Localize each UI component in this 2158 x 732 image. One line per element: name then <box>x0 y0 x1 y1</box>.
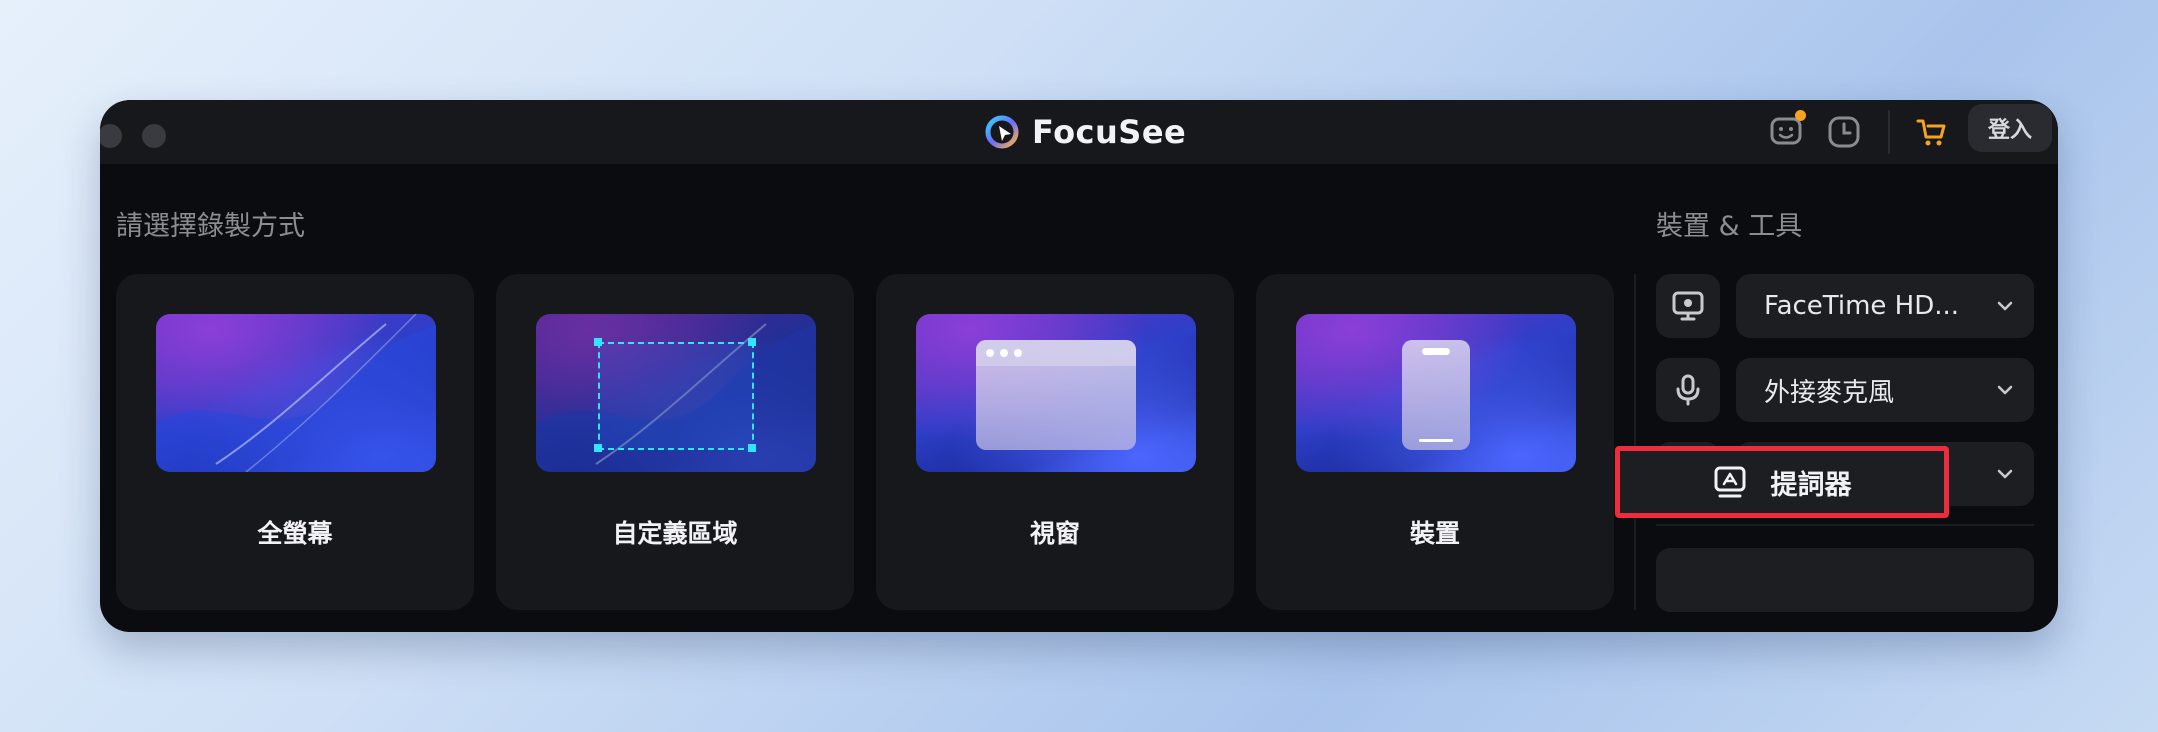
close-window-button[interactable] <box>100 124 122 148</box>
selection-handle <box>594 444 602 452</box>
camera-select[interactable]: FaceTime HD... <box>1736 274 2034 338</box>
selection-overlay <box>536 314 816 472</box>
mode-label: 裝置 <box>1409 519 1460 548</box>
mode-card-custom-area[interactable]: 自定義區域 <box>496 274 854 610</box>
phone-mockup-icon <box>1402 340 1470 450</box>
app-brand: FocuSee <box>984 108 1186 156</box>
mode-card-window[interactable]: 視窗 <box>876 274 1234 610</box>
selection-handle <box>748 338 756 346</box>
mode-card-device[interactable]: 裝置 <box>1256 274 1614 610</box>
device-thumbnail <box>1296 314 1576 472</box>
teleprompter-icon <box>1714 466 1745 498</box>
microphone-toggle[interactable] <box>1656 358 1720 422</box>
recording-mode-title: 請選擇錄製方式 <box>116 211 305 242</box>
app-name: FocuSee <box>1032 113 1187 151</box>
prompter-button-background <box>1656 548 2034 612</box>
teleprompter-button[interactable]: 提詞器 <box>1615 446 1949 518</box>
app-window: FocuSee 登入 請選擇錄製方式 全螢幕 自定義區域 視窗 裝置 裝置 & … <box>100 100 2058 632</box>
chevron-down-icon <box>1997 469 2013 479</box>
history-button[interactable] <box>1824 112 1864 152</box>
tools-divider <box>1656 524 2034 526</box>
minimize-window-button[interactable] <box>142 124 166 148</box>
teleprompter-label: 提詞器 <box>1770 469 1852 501</box>
panel-divider <box>1634 274 1636 610</box>
devices-tools-title: 裝置 & 工具 <box>1656 211 1803 242</box>
feedback-button[interactable] <box>1766 110 1806 152</box>
camera-select-value: FaceTime HD... <box>1764 291 1960 321</box>
login-button[interactable]: 登入 <box>1968 104 2052 152</box>
camera-toggle[interactable] <box>1656 274 1720 338</box>
selection-rectangle <box>598 342 754 450</box>
cart-button[interactable] <box>1912 112 1952 152</box>
chevron-down-icon <box>1997 301 2013 311</box>
title-bar: FocuSee 登入 <box>100 100 2058 164</box>
microphone-select[interactable]: 外接麥克風 <box>1736 358 2034 422</box>
monitor-camera-icon <box>1672 291 1704 321</box>
selection-handle <box>748 444 756 452</box>
selection-handle <box>594 338 602 346</box>
titlebar-divider <box>1888 110 1890 154</box>
window-thumbnail <box>916 314 1196 472</box>
shopping-cart-icon <box>1916 119 1946 146</box>
mode-label: 全螢幕 <box>257 519 333 548</box>
mode-label: 自定義區域 <box>612 519 738 548</box>
focusee-logo-icon <box>985 115 1019 149</box>
mode-card-fullscreen[interactable]: 全螢幕 <box>116 274 474 610</box>
chevron-down-icon <box>1997 385 2013 395</box>
microphone-icon <box>1676 374 1700 406</box>
microphone-select-value: 外接麥克風 <box>1764 377 1895 408</box>
notification-badge <box>1795 110 1806 121</box>
clock-icon <box>1828 116 1860 148</box>
fullscreen-thumbnail <box>156 314 436 472</box>
mode-label: 視窗 <box>1029 519 1080 548</box>
window-mockup-icon <box>976 340 1136 450</box>
